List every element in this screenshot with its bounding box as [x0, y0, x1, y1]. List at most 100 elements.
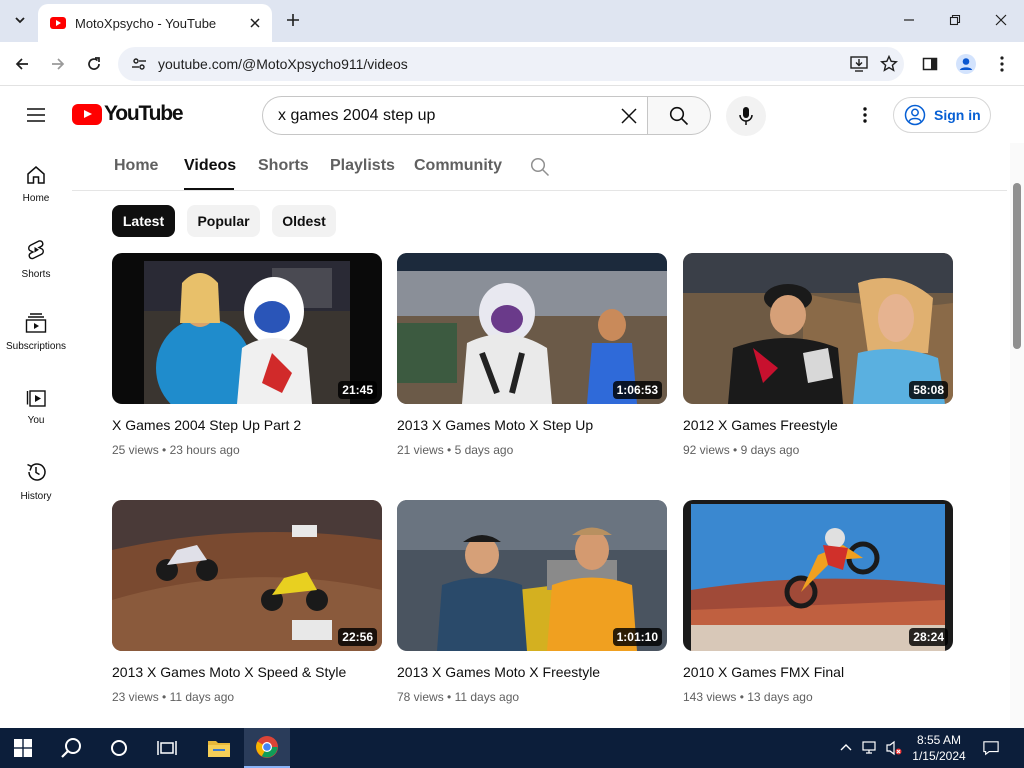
tab-videos[interactable]: Videos	[184, 157, 236, 175]
reload-icon	[88, 57, 100, 70]
arrow-left-icon	[15, 58, 28, 70]
video-title[interactable]: 2010 X Games FMX Final	[683, 664, 844, 680]
voice-search-button[interactable]	[726, 96, 766, 136]
reload-button[interactable]	[79, 49, 109, 79]
guide-item-history[interactable]: History	[0, 448, 72, 518]
channel-search-button[interactable]	[530, 157, 550, 182]
guide-label: History	[20, 491, 52, 502]
chip-latest[interactable]: Latest	[112, 205, 175, 237]
tab-shorts[interactable]: Shorts	[258, 157, 309, 175]
video-title[interactable]: 2013 X Games Moto X Freestyle	[397, 664, 600, 680]
guide-item-subscriptions[interactable]: Subscriptions	[0, 300, 72, 370]
video-thumbnail[interactable]: 22:56	[112, 500, 382, 651]
cortana-circle-icon	[111, 740, 127, 756]
youtube-logo-text: YouTube	[104, 102, 184, 125]
address-bar[interactable]: youtube.com/@MotoXpsycho911/videos	[118, 47, 904, 81]
video-thumbnail[interactable]: 28:24	[683, 500, 953, 651]
more-vertical-icon	[863, 107, 867, 123]
video-duration: 1:06:53	[612, 381, 662, 399]
history-icon	[27, 463, 46, 481]
action-center-button[interactable]	[983, 740, 999, 756]
guide-item-home[interactable]: Home	[0, 152, 72, 222]
home-icon	[27, 166, 45, 184]
forward-button[interactable]	[43, 49, 73, 79]
windows-logo-icon	[14, 739, 32, 757]
minimize-icon	[904, 19, 914, 21]
back-button[interactable]	[7, 49, 37, 79]
video-title[interactable]: 2012 X Games Freestyle	[683, 417, 838, 433]
bookmark-button[interactable]	[874, 49, 904, 79]
sign-in-button[interactable]: Sign in	[893, 97, 991, 133]
settings-more-button[interactable]	[849, 99, 881, 131]
video-meta: 92 views • 9 days ago	[683, 443, 800, 457]
chip-oldest[interactable]: Oldest	[272, 205, 336, 237]
taskbar-search-button[interactable]	[48, 728, 94, 768]
video-age: 23 hours ago	[169, 443, 240, 457]
restore-icon	[949, 14, 961, 26]
taskbar-clock[interactable]: 8:55 AM 1/15/2024	[908, 732, 970, 764]
youtube-masthead: YouTube x games 2004 step up Sign in	[0, 87, 1010, 143]
close-window-button[interactable]	[978, 0, 1024, 40]
tab-search-button[interactable]	[6, 6, 34, 34]
video-title[interactable]: 2013 X Games Moto X Speed & Style	[112, 664, 346, 680]
browser-tab-youtube[interactable]: MotoXpsycho - YouTube	[38, 4, 272, 42]
video-title[interactable]: X Games 2004 Step Up Part 2	[112, 417, 301, 433]
browser-toolbar: youtube.com/@MotoXpsycho911/videos	[0, 42, 1024, 86]
browser-menu-button[interactable]	[987, 49, 1017, 79]
taskbar-file-explorer[interactable]	[196, 728, 242, 768]
video-age: 13 days ago	[747, 690, 813, 704]
search-button[interactable]	[647, 96, 711, 135]
cortana-button[interactable]	[96, 728, 142, 768]
search-input[interactable]: x games 2004 step up	[262, 96, 648, 135]
guide-item-shorts[interactable]: Shorts	[0, 226, 72, 296]
scrollbar-thumb[interactable]	[1013, 183, 1021, 349]
video-views: 143 views	[683, 690, 737, 704]
tab-title: MotoXpsycho - YouTube	[75, 15, 217, 31]
task-view-icon	[157, 741, 177, 755]
tray-network-button[interactable]	[862, 740, 878, 756]
video-thumbnail[interactable]: 21:45	[112, 253, 382, 404]
chevron-up-icon	[840, 744, 852, 751]
guide-menu-button[interactable]	[20, 99, 52, 131]
tab-community[interactable]: Community	[414, 157, 502, 175]
video-duration: 1:01:10	[612, 628, 662, 646]
plus-icon	[287, 14, 299, 26]
tray-volume-button[interactable]	[886, 740, 902, 756]
chevron-down-icon	[15, 17, 25, 24]
video-meta: 21 views • 5 days ago	[397, 443, 514, 457]
guide-label: Home	[22, 193, 50, 204]
restore-button[interactable]	[932, 0, 978, 40]
search-icon	[669, 106, 689, 125]
video-views: 23 views	[112, 690, 159, 704]
browser-tabstrip: MotoXpsycho - YouTube	[0, 0, 1024, 42]
youtube-logo[interactable]: YouTube	[72, 102, 184, 125]
video-title[interactable]: 2013 X Games Moto X Step Up	[397, 417, 593, 433]
side-panel-button[interactable]	[915, 49, 945, 79]
minimize-button[interactable]	[886, 0, 932, 40]
video-thumbnail[interactable]: 1:06:53	[397, 253, 667, 404]
task-view-button[interactable]	[144, 728, 190, 768]
chip-popular[interactable]: Popular	[187, 205, 260, 237]
video-age: 9 days ago	[740, 443, 800, 457]
clear-search-button[interactable]	[610, 97, 648, 135]
search-icon	[61, 738, 81, 758]
profile-button[interactable]	[951, 49, 981, 79]
tab-home[interactable]: Home	[114, 157, 158, 175]
tray-overflow-button[interactable]	[838, 740, 854, 756]
video-meta: 23 views • 11 days ago	[112, 690, 235, 704]
taskbar-chrome[interactable]	[244, 728, 290, 768]
video-thumbnail[interactable]: 58:08	[683, 253, 953, 404]
chrome-icon	[256, 736, 278, 758]
install-app-button[interactable]	[844, 49, 874, 79]
guide-item-you[interactable]: You	[0, 374, 72, 444]
new-tab-button[interactable]	[280, 7, 306, 33]
start-button[interactable]	[0, 728, 46, 768]
youtube-play-icon	[72, 103, 102, 125]
video-age: 5 days ago	[454, 443, 514, 457]
youtube-favicon-icon	[50, 17, 66, 29]
site-info-button[interactable]	[126, 51, 152, 77]
video-thumbnail[interactable]: 1:01:10	[397, 500, 667, 651]
guide-label: Subscriptions	[5, 341, 67, 352]
tab-playlists[interactable]: Playlists	[330, 157, 395, 175]
tab-close-button[interactable]	[246, 14, 264, 32]
